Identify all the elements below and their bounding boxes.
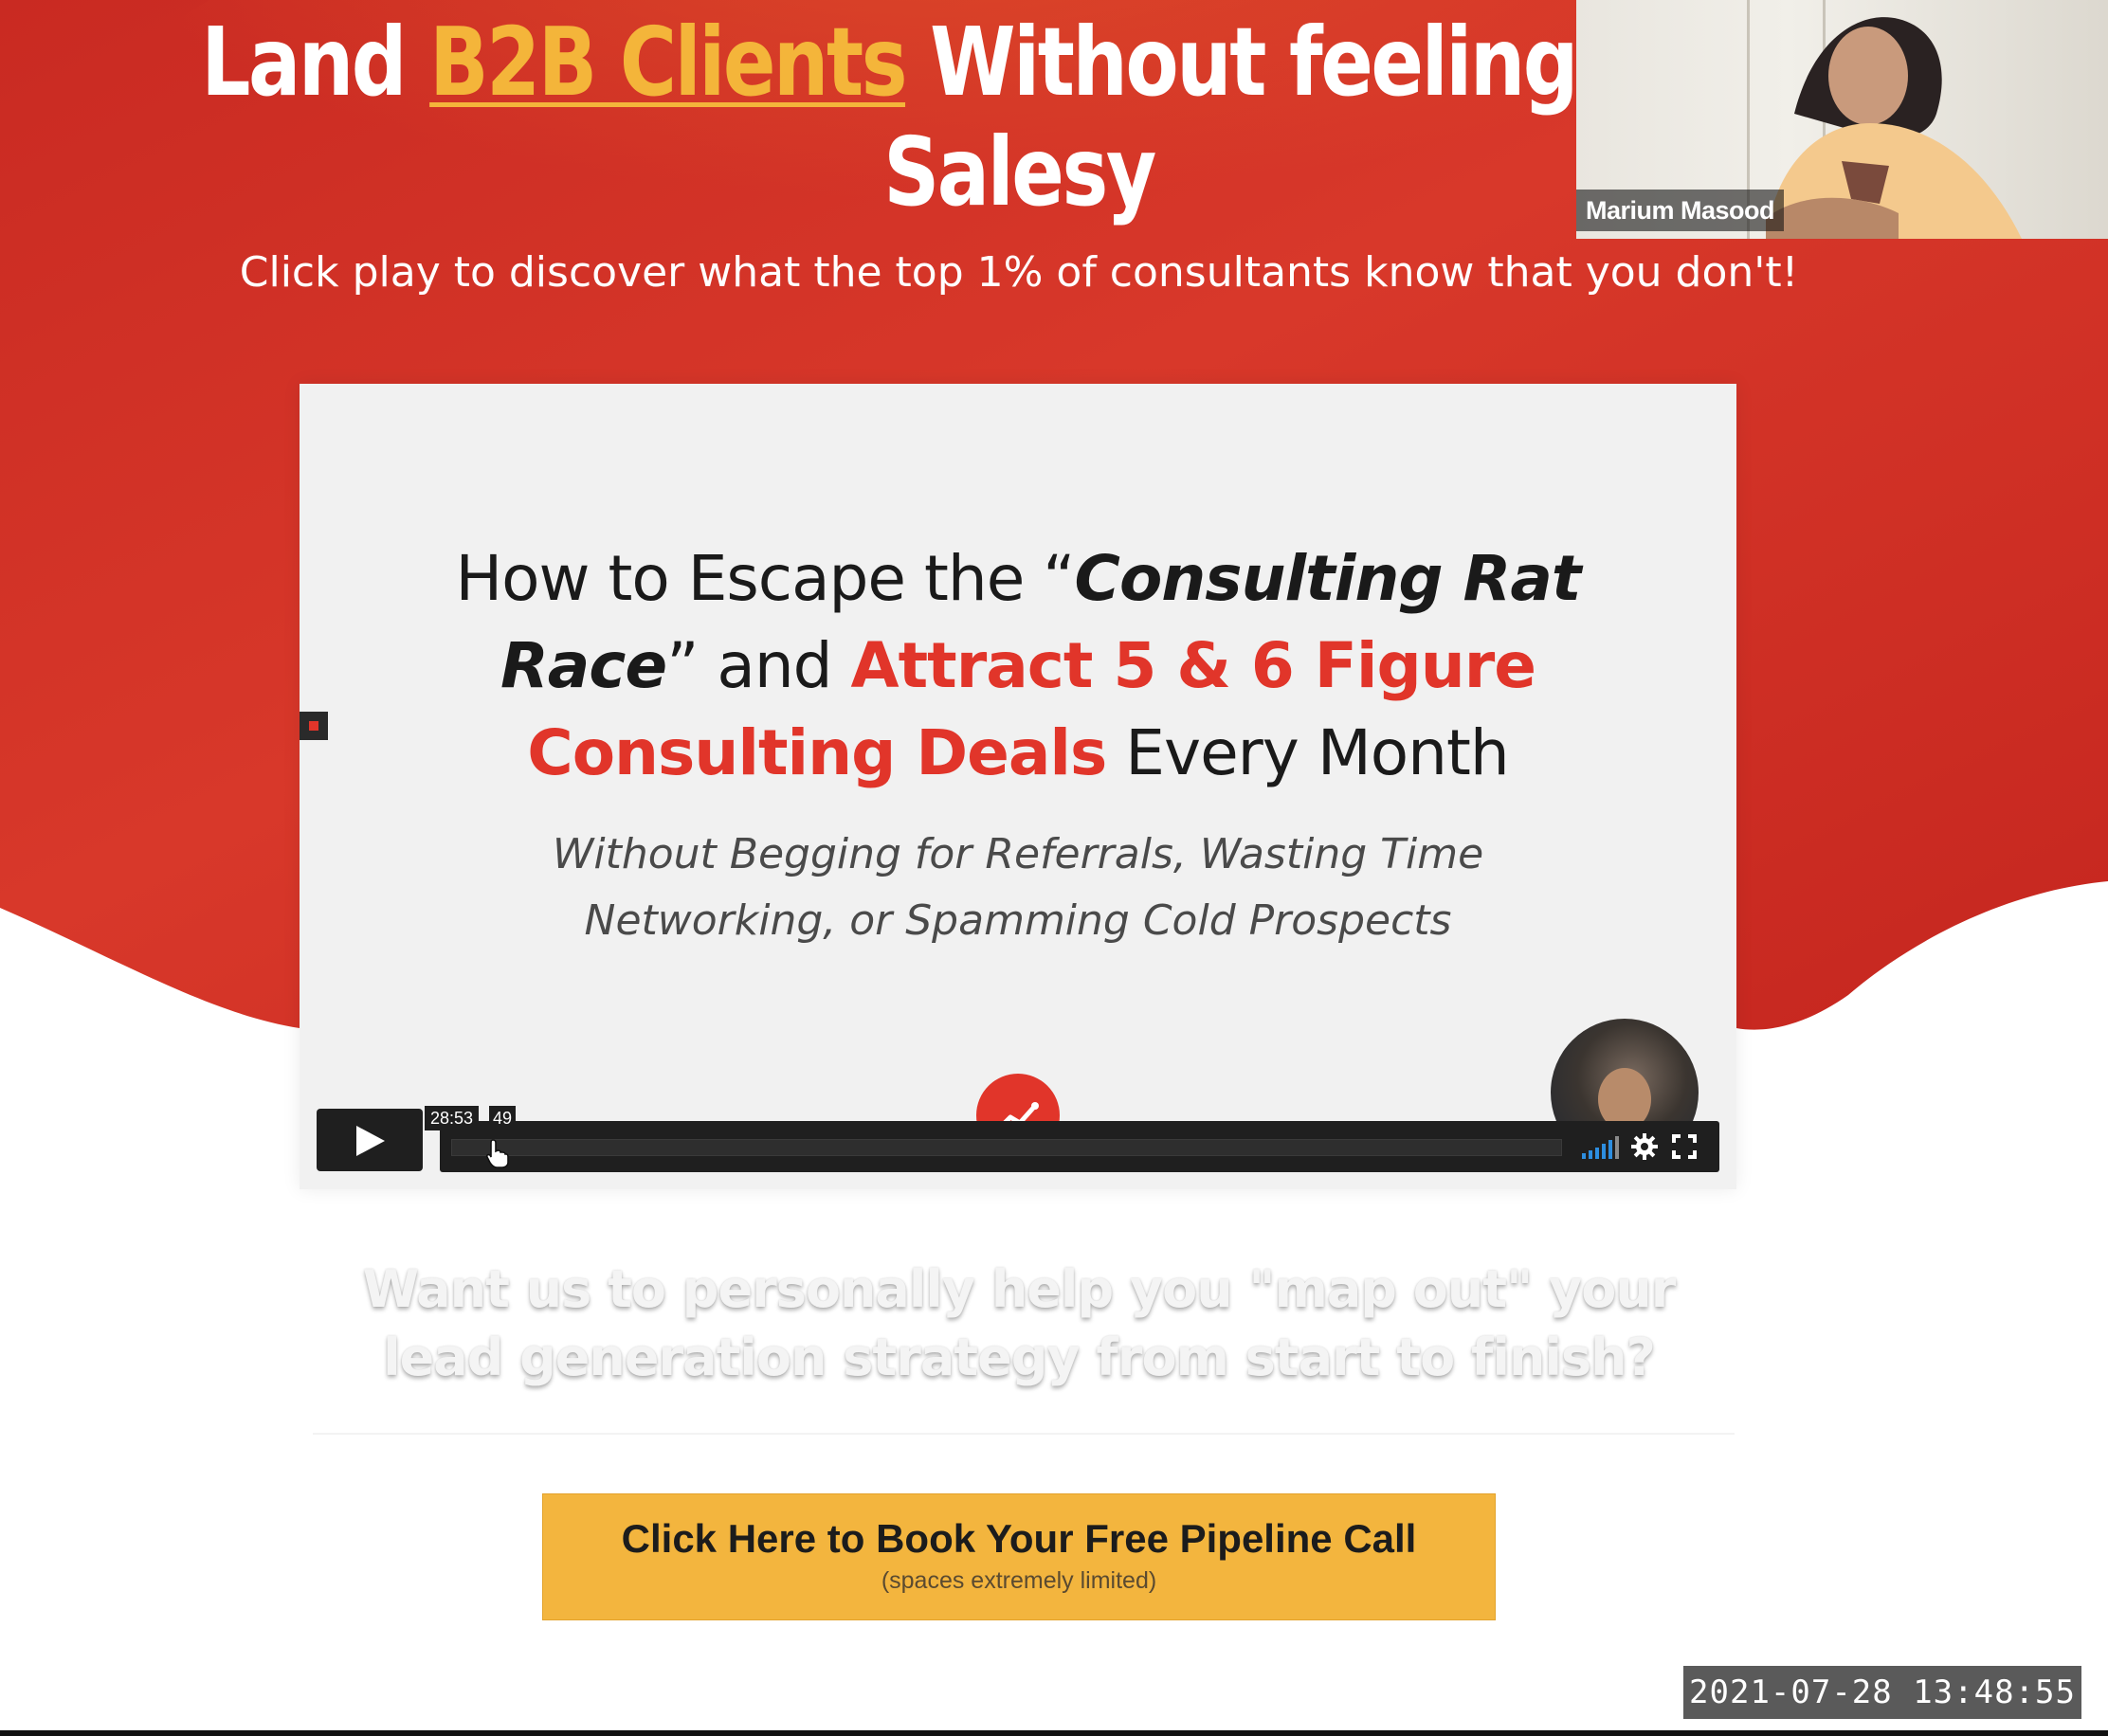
slide-title-italic-1: Consulting Rat — [1074, 542, 1582, 615]
book-call-button-label: Click Here to Book Your Free Pipeline Ca… — [621, 1516, 1417, 1561]
video-player[interactable]: How to Escape the “Consulting Rat Race” … — [300, 384, 1736, 1189]
volume-icon[interactable] — [1582, 1136, 1622, 1159]
book-call-button-sublabel: (spaces extremely limited) — [881, 1567, 1157, 1594]
slide-title-italic-2: Race — [500, 629, 667, 702]
gear-icon[interactable] — [1630, 1132, 1659, 1161]
slide-title-red-1: Attract 5 & 6 Figure — [850, 629, 1536, 702]
video-control-bar — [440, 1121, 1719, 1172]
slide-title-end: Every Month — [1106, 716, 1509, 789]
page-subheadline: Click play to discover what the top 1% o… — [239, 248, 1799, 297]
video-slide-title: How to Escape the “Consulting Rat Race” … — [356, 535, 1680, 797]
cta-question-line2: lead generation strategy from start to f… — [383, 1328, 1656, 1387]
bottom-edge-bar — [0, 1730, 2108, 1736]
slide-subtitle-line2: Networking, or Spamming Cold Prospects — [584, 896, 1452, 945]
landing-page: Land B2B Clients Without feeling Spam Sa… — [0, 0, 2108, 1736]
webcam-tile: Marium Masood — [1576, 0, 2108, 239]
headline-line2: Salesy — [883, 117, 1156, 227]
slide-title-after-quote: ” and — [666, 629, 851, 702]
slide-subtitle-line1: Without Begging for Referrals, Wasting T… — [552, 830, 1484, 878]
cta-question: Want us to personally help you "map out"… — [0, 1256, 2038, 1392]
hover-time-tooltip: 28:53 — [425, 1106, 480, 1130]
hover-time-tooltip-secondary: 49 — [489, 1106, 517, 1130]
section-divider — [313, 1433, 1735, 1435]
slide-title-lead: How to Escape the “ — [455, 542, 1076, 615]
headline-highlight: B2B Clients — [429, 7, 907, 118]
play-icon — [356, 1126, 385, 1156]
cursor-icon — [485, 1139, 509, 1168]
recording-timestamp: 2021-07-28 13:48:55 — [1683, 1666, 2081, 1719]
progress-bar[interactable] — [451, 1139, 1562, 1156]
play-button[interactable] — [317, 1109, 423, 1171]
cta-question-line1: Want us to personally help you "map out"… — [362, 1259, 1677, 1319]
slide-title-red-2: Consulting Deals — [527, 716, 1107, 789]
video-slide-subtitle: Without Begging for Referrals, Wasting T… — [356, 822, 1680, 954]
book-call-button[interactable]: Click Here to Book Your Free Pipeline Ca… — [542, 1493, 1496, 1620]
participant-name-label: Marium Masood — [1576, 190, 1785, 231]
headline-part1: Land — [201, 7, 430, 118]
fullscreen-icon[interactable] — [1672, 1134, 1697, 1159]
video-side-marker — [300, 712, 328, 740]
